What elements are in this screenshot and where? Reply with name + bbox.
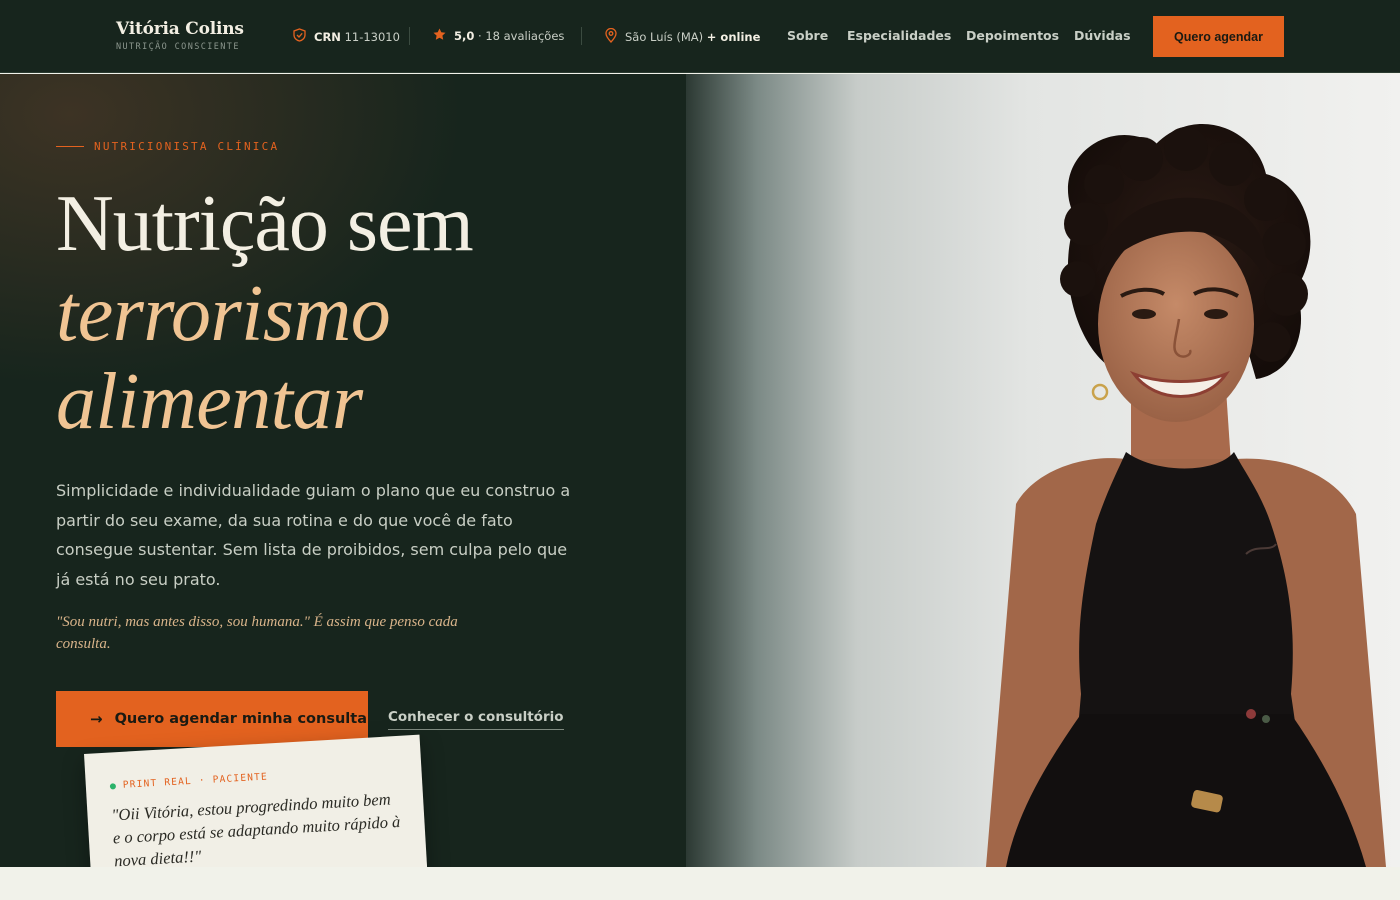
hero-quote: "Sou nutri, mas antes disso, sou humana.…	[56, 614, 458, 652]
testimonial-tag-text: PRINT REAL · PACIENTE	[122, 771, 269, 791]
testimonial-tag: PRINT REAL · PACIENTE	[109, 764, 398, 792]
rating-count: · 18 avaliações	[478, 29, 565, 43]
header-schedule-button[interactable]: Quero agendar	[1153, 16, 1284, 57]
next-section-edge	[0, 867, 1400, 900]
hero-title-line-3: alimentar	[56, 358, 363, 446]
site-header: Vitória Colins NUTRIÇÃO CONSCIENTE CRN 1…	[0, 0, 1400, 73]
star-icon	[433, 28, 446, 44]
nav-link-sobre[interactable]: Sobre	[787, 28, 828, 43]
hero-content: NUTRICIONISTA CLÍNICA Nutrição sem terro…	[0, 74, 686, 867]
divider	[409, 27, 410, 45]
eyebrow-line	[56, 146, 84, 147]
location-online: + online	[706, 30, 761, 44]
location-badge: São Luís (MA) + online	[605, 27, 761, 46]
hero-lead: Simplicidade e individualidade guiam o p…	[56, 481, 571, 589]
brand-logo[interactable]: Vitória Colins NUTRIÇÃO CONSCIENTE	[116, 19, 244, 52]
nav-link-duvidas[interactable]: Dúvidas	[1074, 28, 1131, 43]
crn-label: CRN	[314, 29, 341, 44]
nav-link-especialidades[interactable]: Especialidades	[847, 28, 951, 43]
crn-badge: CRN 11-13010	[293, 28, 400, 45]
crn-number: 11-13010	[344, 29, 400, 44]
status-dot-icon	[109, 782, 117, 790]
brand-name: Vitória Colins	[116, 19, 244, 39]
cta-label: Quero agendar minha consulta	[114, 711, 367, 727]
visit-office-link[interactable]: Conhecer o consultório	[388, 709, 564, 730]
brand-tagline: NUTRIÇÃO CONSCIENTE	[116, 42, 240, 52]
hero-title-line-1: Nutrição sem	[56, 180, 474, 268]
eyebrow-text: NUTRICIONISTA CLÍNICA	[94, 140, 280, 153]
hero-eyebrow: NUTRICIONISTA CLÍNICA	[56, 140, 279, 153]
testimonial-text: "Oii Vitória, estou progredindo muito be…	[111, 789, 401, 867]
map-pin-icon	[605, 27, 617, 46]
nav-link-depoimentos[interactable]: Depoimentos	[966, 28, 1059, 43]
schedule-consultation-button[interactable]: → Quero agendar minha consulta	[56, 691, 368, 747]
portrait-illustration	[986, 123, 1386, 867]
rating-badge: 5,0 · 18 avaliações	[433, 28, 564, 44]
divider	[581, 27, 582, 45]
shield-check-icon	[293, 28, 306, 45]
arrow-right-icon: →	[90, 710, 103, 728]
testimonial-card: PRINT REAL · PACIENTE "Oii Vitória, esto…	[84, 734, 429, 867]
hero-title-line-2: terrorismo	[56, 270, 391, 358]
rating-value: 5,0	[454, 29, 475, 43]
hero-portrait-photo	[686, 74, 1400, 867]
location-city: São Luís (MA)	[625, 30, 704, 44]
